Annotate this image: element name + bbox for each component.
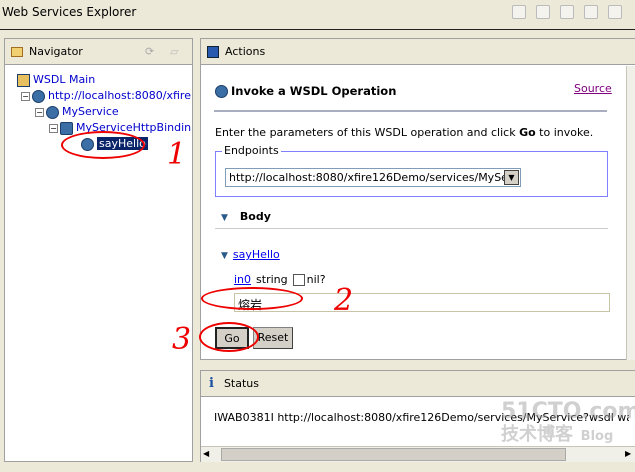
instruction-bold: Go [519, 126, 536, 139]
annotation-ellipse [61, 131, 145, 159]
navigator-title: Navigator [29, 45, 83, 58]
wsil-icon[interactable] [584, 5, 598, 19]
endpoint-value: http://localhost:8080/xfire126Demo/servi… [229, 171, 504, 184]
divider [214, 110, 607, 112]
watermark-line3: Blog [580, 429, 614, 444]
info-icon: i [209, 376, 214, 391]
divider [215, 228, 608, 229]
body-section[interactable]: ▼ Body [221, 210, 271, 223]
tree-label: http://localhost:8080/xfire126Demo/servi… [48, 89, 191, 102]
wsdl-icon [32, 89, 45, 103]
source-link[interactable]: Source [574, 82, 612, 95]
refresh-icon[interactable]: ⟳ [145, 45, 154, 58]
divider [0, 29, 635, 30]
tree-item-wsdl-url[interactable]: − http://localhost:8080/xfire126Demo/serv… [21, 89, 191, 103]
endpoints-group: Endpoints http://localhost:8080/xfire126… [215, 144, 608, 197]
navigator-panel: Navigator ⟳ ▱ WSDL Main − http://localhos… [4, 38, 193, 462]
binding-icon [60, 121, 73, 135]
annotation-number: 1 [167, 137, 187, 172]
endpoints-label: Endpoints [222, 144, 281, 157]
status-panel: i Status IWAB0381I http://localhost:8080… [200, 370, 635, 462]
actions-scrollbar[interactable] [626, 66, 635, 360]
param-type: string [256, 273, 288, 286]
nil-checkbox[interactable] [292, 273, 305, 286]
param-row: in0 string nil? [234, 273, 326, 286]
wsdl-main-icon [17, 73, 30, 87]
annotation-ellipse [201, 287, 303, 310]
navigator-header: Navigator ⟳ ▱ [5, 39, 192, 65]
actions-icon [207, 45, 219, 58]
tree-label: WSDL Main [33, 73, 96, 86]
status-title: Status [223, 377, 260, 390]
favorites-icon[interactable] [560, 5, 574, 19]
scroll-left-icon[interactable]: ◀ [203, 449, 209, 458]
clear-icon[interactable]: ▱ [170, 45, 178, 58]
status-hscrollbar[interactable]: ◀ ▶ [201, 446, 635, 462]
annotation-number: 2 [334, 283, 354, 318]
operation-section[interactable]: ▼ sayHello [221, 248, 280, 261]
uddi-icon[interactable] [608, 5, 622, 19]
instruction-pre: Enter the parameters of this WSDL operat… [215, 126, 520, 139]
body-label: Body [239, 210, 271, 223]
nil-label: nil? [306, 273, 326, 286]
forward-icon[interactable] [536, 5, 550, 19]
operation-link[interactable]: sayHello [233, 248, 280, 261]
operation-heading: Invoke a WSDL Operation [215, 84, 396, 98]
watermark-line2: 技术博客 [501, 424, 573, 445]
annotation-number: 3 [172, 322, 192, 357]
reset-button[interactable]: Reset [253, 327, 293, 349]
window-title: Web Services Explorer [2, 5, 137, 19]
param-name-link[interactable]: in0 [234, 273, 251, 286]
endpoint-select[interactable]: http://localhost:8080/xfire126Demo/servi… [225, 168, 521, 187]
heading-text: Invoke a WSDL Operation [231, 84, 397, 98]
actions-title: Actions [225, 45, 266, 58]
navigator-icon [11, 46, 23, 57]
service-icon [46, 105, 59, 119]
collapse-icon[interactable]: − [21, 91, 30, 101]
scroll-thumb[interactable] [221, 448, 566, 461]
back-icon[interactable] [512, 5, 526, 19]
instruction-post: to invoke. [535, 126, 594, 139]
status-header: i Status [201, 371, 635, 397]
tree-item-wsdl-main[interactable]: WSDL Main [17, 73, 95, 87]
scroll-right-icon[interactable]: ▶ [625, 449, 631, 458]
watermark: 51CTO.com 技术博客 Blog [501, 401, 635, 448]
expand-triangle-icon[interactable]: ▼ [221, 213, 228, 223]
collapse-icon[interactable]: − [35, 107, 44, 117]
collapse-icon[interactable]: − [49, 123, 58, 133]
invoke-icon [215, 85, 228, 98]
actions-panel: Actions Invoke a WSDL Operation Source E… [199, 38, 635, 360]
actions-header: Actions [201, 39, 635, 65]
status-message: IWAB0381I http://localhost:8080/xfire126… [214, 411, 629, 424]
annotation-ellipse [199, 322, 259, 352]
expand-triangle-icon[interactable]: ▼ [221, 251, 228, 261]
tree-item-service[interactable]: − MyService [35, 105, 119, 119]
dropdown-arrow-icon[interactable]: ▼ [504, 170, 519, 185]
tree-label: MyService [62, 105, 119, 118]
instruction-text: Enter the parameters of this WSDL operat… [215, 126, 593, 139]
